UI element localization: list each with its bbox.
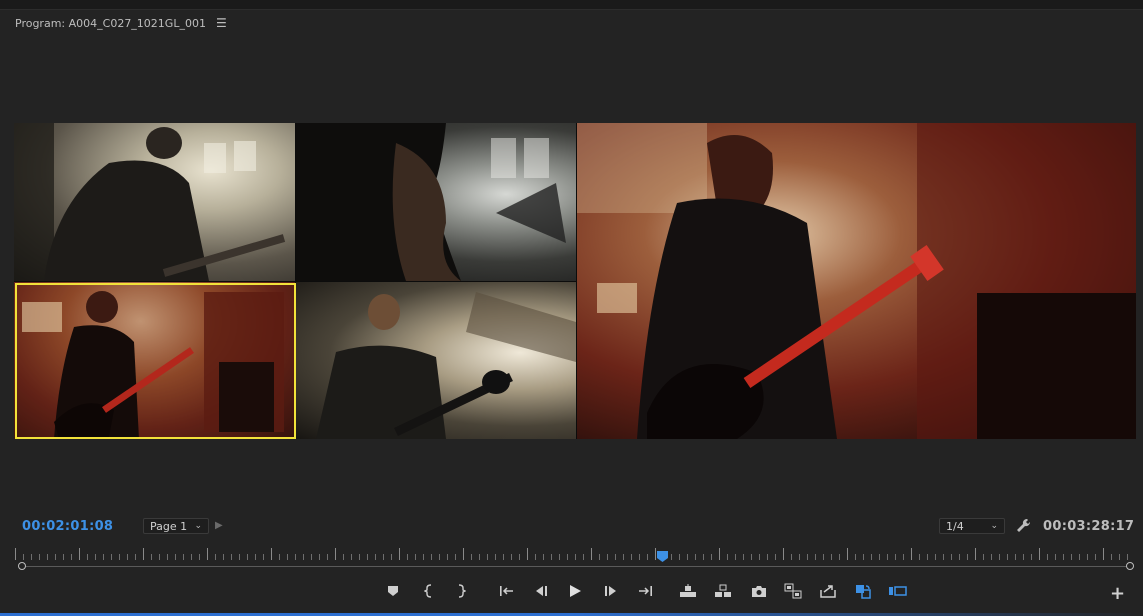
wrench-settings-icon[interactable]	[1016, 518, 1032, 534]
window-top-border	[0, 0, 1143, 10]
play-icon	[570, 585, 581, 597]
playback-resolution-select[interactable]: 1/4 ⌄	[939, 518, 1005, 534]
extract-button[interactable]	[713, 582, 733, 600]
proxy-toggle-icon	[856, 585, 871, 599]
multi-camera-button[interactable]	[783, 582, 803, 600]
mark-in-icon	[424, 584, 432, 598]
lift-icon	[680, 584, 696, 597]
profile-silhouette	[296, 123, 566, 281]
step-back-icon	[536, 586, 547, 596]
multi-camera-icon	[784, 583, 802, 599]
zoom-scrollbar[interactable]	[21, 566, 1129, 567]
go-to-out-button[interactable]	[635, 582, 655, 600]
toggle-proxies-button[interactable]	[853, 582, 873, 600]
playhead-icon[interactable]	[657, 547, 668, 562]
bassist-silhouette	[316, 292, 576, 439]
play-button[interactable]	[565, 582, 585, 600]
panel-header: Program: A004_C027_1021GL_001 ☰	[15, 16, 227, 30]
red-guitarist-large	[577, 123, 1136, 439]
panel-title: Program: A004_C027_1021GL_001	[15, 16, 206, 30]
mark-out-icon	[458, 584, 466, 598]
guitarist-silhouette-1	[14, 123, 286, 281]
go-to-out-icon	[639, 586, 652, 596]
insert-button[interactable]	[818, 582, 838, 600]
red-guitarist-small	[14, 282, 295, 439]
export-frame-button[interactable]	[749, 582, 769, 600]
extract-icon	[715, 584, 731, 597]
overwrite-button[interactable]	[888, 582, 908, 600]
resolution-select-value: 1/4	[946, 519, 964, 533]
page-next-arrow-icon[interactable]: ▶	[215, 520, 223, 531]
step-forward-icon	[605, 586, 616, 596]
add-button-icon[interactable]: +	[1110, 583, 1125, 604]
go-to-in-button[interactable]	[497, 582, 517, 600]
chevron-down-icon: ⌄	[990, 521, 998, 531]
page-select[interactable]: Page 1 ⌄	[143, 518, 209, 534]
overwrite-icon	[889, 586, 907, 596]
duration-timecode: 00:03:28:17	[1043, 519, 1135, 534]
camera-4-view[interactable]	[296, 282, 576, 439]
go-to-in-icon	[500, 586, 513, 596]
lift-button[interactable]	[678, 582, 698, 600]
chevron-down-icon: ⌄	[194, 521, 202, 531]
marker-icon	[388, 586, 398, 596]
camera-icon	[752, 585, 766, 597]
mark-out-button[interactable]	[451, 582, 471, 600]
hamburger-menu-icon[interactable]: ☰	[216, 16, 227, 30]
insert-icon	[820, 585, 836, 598]
time-ruler-major-ticks	[15, 548, 1135, 560]
scrollbar-left-handle[interactable]	[18, 562, 26, 570]
page-select-value: Page 1	[150, 519, 188, 533]
step-back-button[interactable]	[531, 582, 551, 600]
step-forward-button[interactable]	[601, 582, 621, 600]
camera-1-view[interactable]	[14, 123, 295, 281]
current-timecode[interactable]: 00:02:01:08	[22, 519, 113, 534]
camera-3-view[interactable]	[14, 282, 295, 439]
mark-in-button[interactable]	[419, 582, 439, 600]
scrollbar-right-handle[interactable]	[1126, 562, 1134, 570]
program-monitor[interactable]	[14, 123, 1136, 439]
camera-main-view[interactable]	[577, 123, 1136, 439]
camera-2-view[interactable]	[296, 123, 576, 281]
add-marker-button[interactable]	[383, 582, 403, 600]
